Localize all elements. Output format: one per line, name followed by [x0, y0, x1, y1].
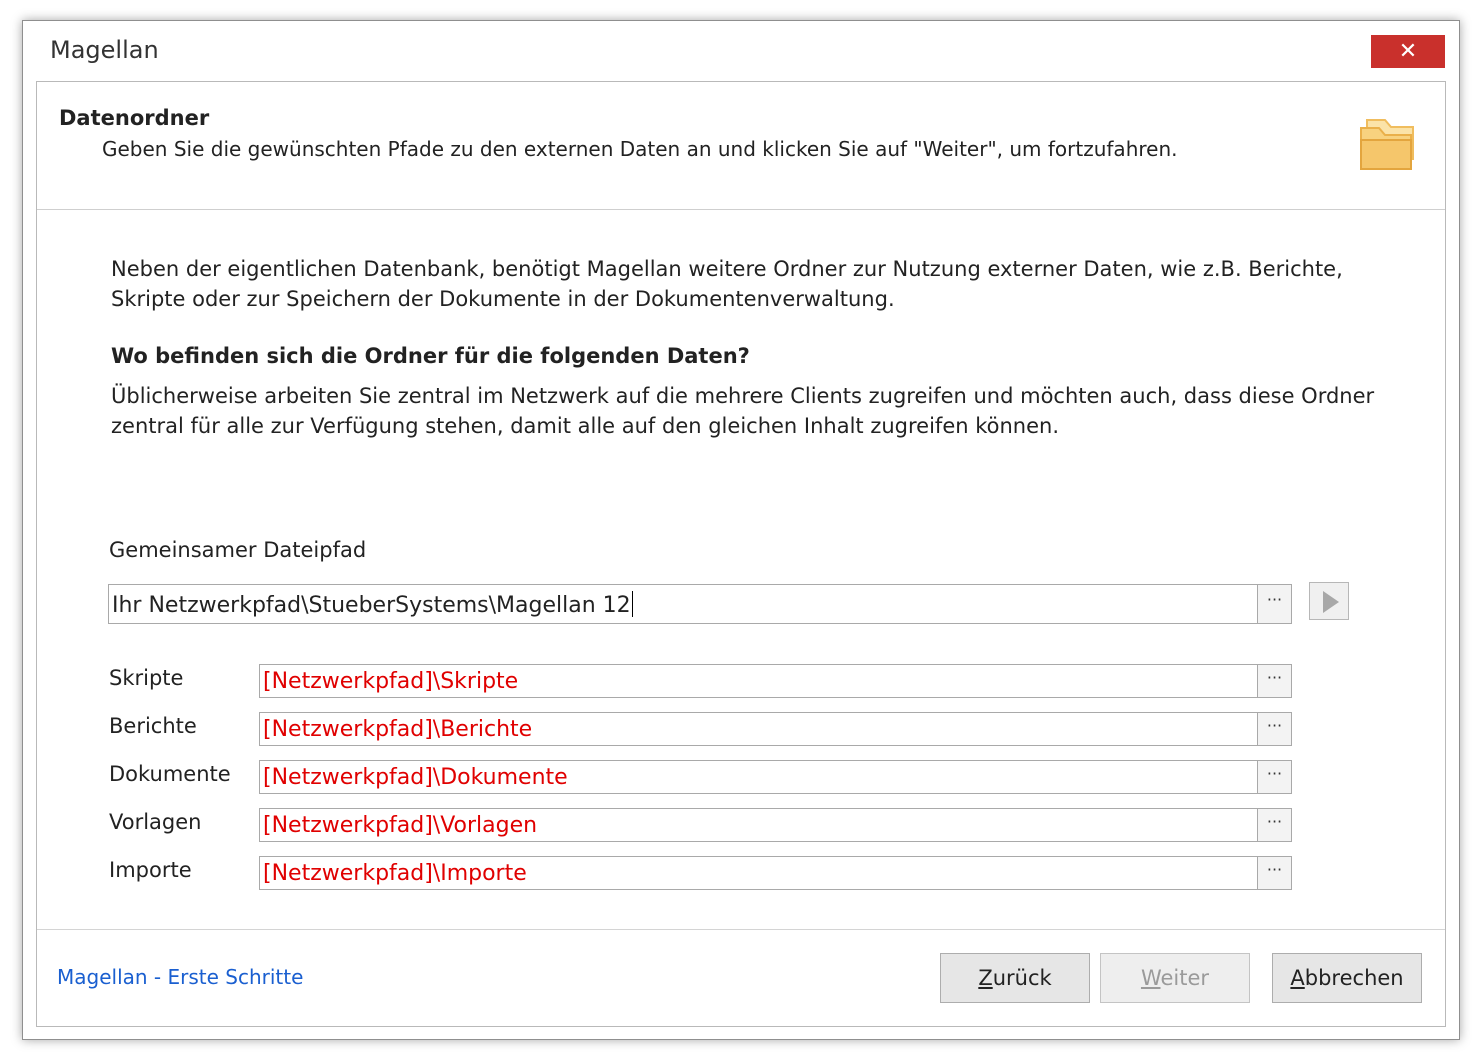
skripte-browse-button[interactable]: ··· [1257, 665, 1291, 697]
importe-label: Importe [109, 858, 192, 882]
folder-icon [1360, 119, 1414, 170]
dialog-window: Magellan ✕ Datenordner Geben Sie die gew… [22, 20, 1460, 1040]
dialog-content: Datenordner Geben Sie die gewünschten Pf… [36, 81, 1446, 1027]
explain-text: Üblicherweise arbeiten Sie zentral im Ne… [111, 384, 1375, 438]
cancel-button[interactable]: Abbrechen [1272, 953, 1422, 1003]
dokumente-browse-button[interactable]: ··· [1257, 761, 1291, 793]
berichte-label: Berichte [109, 714, 197, 738]
vorlagen-path-input[interactable]: [Netzwerkpfad]\Vorlagen ··· [259, 808, 1292, 842]
footer-divider [37, 929, 1445, 930]
vorlagen-label: Vorlagen [109, 810, 202, 834]
dokumente-path-input[interactable]: [Netzwerkpfad]\Dokumente ··· [259, 760, 1292, 794]
page-title: Datenordner [59, 106, 210, 130]
vorlagen-path-value: [Netzwerkpfad]\Vorlagen [263, 813, 538, 838]
berichte-path-value: [Netzwerkpfad]\Berichte [263, 717, 533, 742]
berichte-browse-button[interactable]: ··· [1257, 713, 1291, 745]
dokumente-label: Dokumente [109, 762, 231, 786]
shared-path-value: Ihr Netzwerkpfad\StueberSystems\Magellan… [112, 593, 631, 618]
back-button[interactable]: Zurück [940, 953, 1090, 1003]
importe-path-value: [Netzwerkpfad]\Importe [263, 861, 527, 886]
page-subtitle: Geben Sie die gewünschten Pfade zu den e… [102, 137, 1178, 161]
intro-text: Neben der eigentlichen Datenbank, benöti… [111, 257, 1343, 311]
next-label: eiter [1160, 966, 1210, 990]
apply-path-button[interactable] [1309, 582, 1349, 620]
dokumente-path-value: [Netzwerkpfad]\Dokumente [263, 765, 568, 790]
window-title: Magellan [50, 36, 159, 64]
play-icon [1323, 591, 1339, 613]
skripte-label: Skripte [109, 666, 184, 690]
skripte-path-input[interactable]: [Netzwerkpfad]\Skripte ··· [259, 664, 1292, 698]
close-button[interactable]: ✕ [1371, 35, 1445, 68]
importe-browse-button[interactable]: ··· [1257, 857, 1291, 889]
skripte-path-value: [Netzwerkpfad]\Skripte [263, 669, 519, 694]
next-button[interactable]: Weiter [1100, 953, 1250, 1003]
shared-path-input[interactable]: Ihr Netzwerkpfad\StueberSystems\Magellan… [108, 584, 1292, 624]
shared-path-label: Gemeinsamer Dateipfad [109, 538, 367, 562]
shared-path-browse-button[interactable]: ··· [1257, 585, 1291, 623]
berichte-path-input[interactable]: [Netzwerkpfad]\Berichte ··· [259, 712, 1292, 746]
vorlagen-browse-button[interactable]: ··· [1257, 809, 1291, 841]
cancel-label: bbrechen [1304, 966, 1404, 990]
back-accel: Z [978, 966, 993, 990]
title-bar: Magellan ✕ [23, 21, 1459, 81]
next-accel: W [1140, 966, 1161, 990]
wizard-header: Datenordner Geben Sie die gewünschten Pf… [37, 82, 1445, 210]
help-link[interactable]: Magellan - Erste Schritte [57, 965, 303, 989]
question-heading: Wo befinden sich die Ordner für die folg… [111, 344, 750, 368]
back-label: urück [992, 966, 1052, 990]
importe-path-input[interactable]: [Netzwerkpfad]\Importe ··· [259, 856, 1292, 890]
cancel-accel: A [1290, 966, 1305, 990]
text-cursor [631, 591, 633, 617]
